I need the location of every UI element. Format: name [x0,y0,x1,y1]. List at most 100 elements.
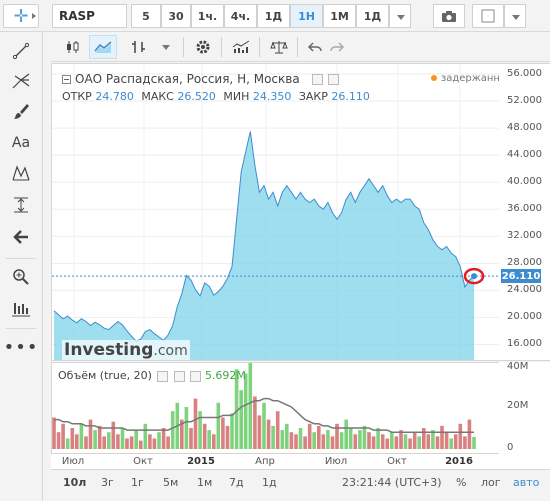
trend-line-tool[interactable] [5,36,37,66]
dropdown-icon[interactable] [157,370,169,382]
clock[interactable]: 23:21:44 (UTC+3) [342,476,442,489]
indicators-button[interactable] [227,35,255,59]
range-10y[interactable]: 10л [63,476,86,489]
zoom-tool[interactable] [5,262,37,292]
volume-bar [65,438,70,449]
volume-bar [367,432,371,449]
pitchfork-icon [12,73,30,89]
interval-4h[interactable]: 4ч. [224,4,257,28]
time-axis[interactable]: Июл Окт 2015 Апр Июл Окт 2016 [51,454,550,470]
volume-bar [88,419,93,449]
volume-bar [385,438,390,449]
chart-style-button[interactable] [472,4,504,28]
settings-button[interactable] [189,35,217,59]
more-tools-button[interactable]: ••• [3,332,39,362]
price-tick: 28.000 [507,257,542,269]
chart-style-dropdown[interactable] [504,4,526,28]
divider [183,37,184,57]
close-icon[interactable] [190,370,202,382]
interval-1m[interactable]: 1М [323,4,356,28]
volume-bar [390,432,394,449]
brush-tool[interactable] [5,96,37,126]
volume-bar [348,428,353,449]
range-3y[interactable]: 3г [101,476,114,489]
range-1y[interactable]: 1г [131,476,144,489]
candles-button[interactable] [59,35,87,59]
volume-bar [458,423,463,449]
remove-drawings-tool[interactable] [5,222,37,252]
price-axis[interactable]: 56.000 52.000 48.000 44.000 40.000 36.000 32.0… [499,63,550,361]
collapse-icon[interactable] [62,75,71,84]
low-label: МИН [223,90,250,103]
interval-1d[interactable]: 1Д [257,4,290,28]
price-chart[interactable]: ОАО Распадская, Россия, Н, Москва задерж… [51,63,529,361]
price-tick: 56.000 [507,68,542,79]
interval-5[interactable]: 5 [131,4,161,28]
volume-bar [253,396,257,449]
settings-icon[interactable] [173,370,185,382]
scales-icon [270,41,288,54]
volume-chart[interactable]: Объём (true, 20) 5.692M [51,362,529,454]
chart-type-dropdown[interactable] [155,35,177,59]
percent-scale-button[interactable]: % [456,476,466,489]
more-icon: ••• [3,336,39,358]
volume-bar [56,432,61,449]
watermark-suffix: .com [153,343,188,359]
interval-1h[interactable]: 1ч. [191,4,224,28]
bars-button[interactable] [125,35,153,59]
cursor-mode-button[interactable]: ✛ [3,4,39,28]
chevron-down-icon [512,15,520,20]
auto-scale-button[interactable]: авто [513,476,539,489]
volume-bar [358,430,362,449]
range-1d[interactable]: 1д [262,476,277,489]
volume-bar [116,434,120,449]
volume-bar [75,434,79,449]
close-value: 26.110 [331,90,370,103]
log-scale-button[interactable]: лог [481,476,501,489]
pattern-tool[interactable] [5,158,37,188]
volume-bar [307,423,312,449]
settings-icon[interactable] [311,74,323,85]
volume-bar [193,398,198,449]
candles-icon [67,41,79,53]
time-tick: 2016 [445,456,473,467]
measure-tool[interactable] [5,190,37,220]
symbol-input[interactable]: RASP [52,4,127,28]
compare-button[interactable] [265,35,293,59]
interval-30[interactable]: 30 [161,4,191,28]
interval-1w[interactable]: 1Н [290,4,323,28]
volume-bar [266,419,271,449]
watermark-brand: Investing [64,340,154,360]
volume-bar [453,434,458,449]
volume-bar [344,419,348,449]
ohlc-legend: ОТКР 24.780 МАКС 26.520 МИН 24.350 ЗАКР … [62,90,374,103]
divider [6,328,36,329]
status-dot-icon [430,75,437,81]
screenshot-button[interactable] [433,4,465,28]
range-toolbar: 10л 3г 1г 5м 1м 7д 1д 23:21:44 (UTC+3) %… [51,470,550,501]
volume-bar [125,438,129,449]
volume-bar [184,407,189,449]
chart-title-text: ОАО Распадская, Россия, Н, Москва [75,72,300,86]
interval-custom[interactable]: 1Д [356,4,389,28]
redo-button[interactable] [323,35,351,59]
text-tool[interactable]: Aa [5,128,37,158]
range-5m[interactable]: 5м [163,476,178,489]
volume-bar [426,434,431,449]
pitchfork-tool[interactable] [5,66,37,96]
price-tick: 16.000 [507,338,542,350]
volume-bar [280,430,285,449]
interval-dropdown[interactable] [389,4,411,28]
area-chart-button[interactable] [89,35,117,59]
volume-bar [463,436,467,449]
volume-bar [157,432,161,449]
bar-pattern-tool[interactable] [5,294,37,324]
high-label: МАКС [141,90,174,103]
range-7d[interactable]: 7д [229,476,244,489]
range-1m[interactable]: 1м [197,476,212,489]
divider [221,37,222,57]
high-value: 26.520 [177,90,216,103]
price-tick: 52.000 [507,95,542,107]
close-icon[interactable] [328,74,340,85]
gear-icon [196,40,210,54]
